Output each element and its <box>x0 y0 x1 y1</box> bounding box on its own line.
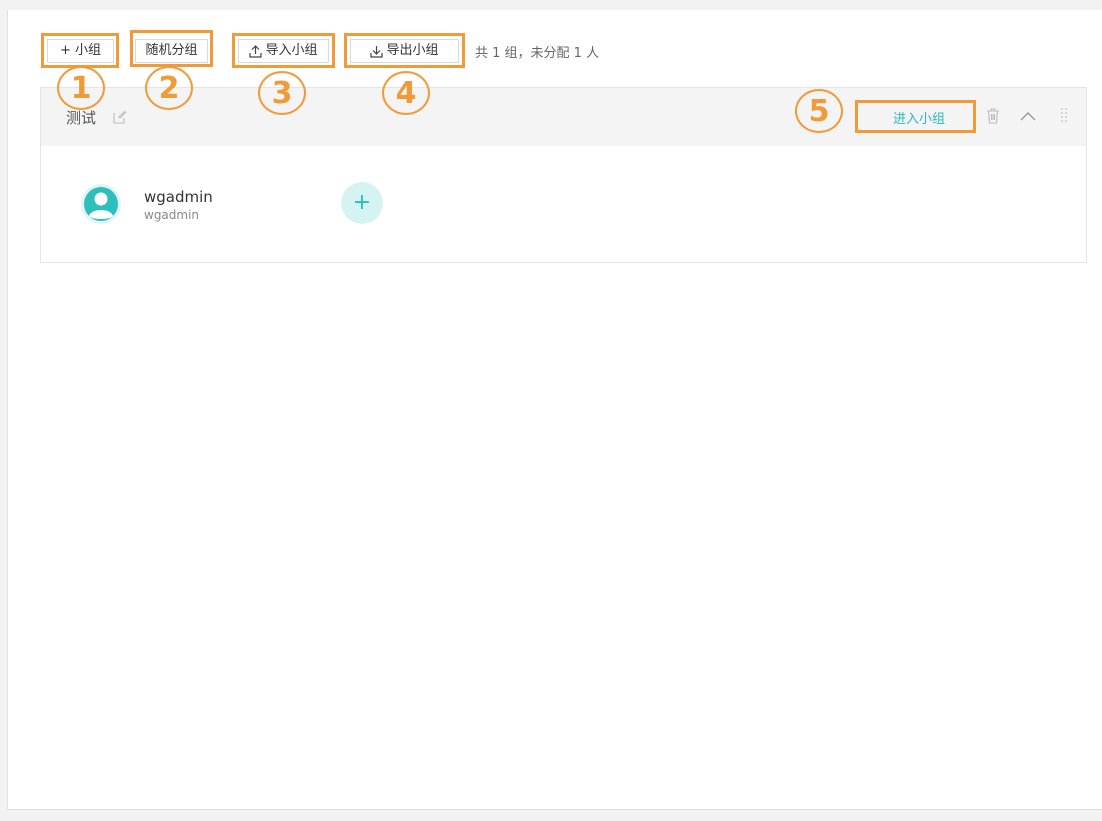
highlight-box-4 <box>344 33 465 68</box>
highlight-box-2 <box>130 30 213 67</box>
add-member-button[interactable]: + <box>341 182 383 224</box>
annotation-number-3: 3 <box>258 71 306 115</box>
member-username: wgadmin <box>144 208 200 222</box>
chevron-up-icon[interactable] <box>1019 110 1037 122</box>
group-name: 测试 <box>66 109 97 127</box>
highlight-box-1 <box>41 33 119 68</box>
highlight-box-5 <box>855 100 976 133</box>
annotation-number-5: 5 <box>795 89 843 133</box>
trash-icon[interactable] <box>986 108 1000 124</box>
annotation-number-1: 1 <box>57 66 105 110</box>
annotation-number-2: 2 <box>145 66 193 110</box>
drag-handle-icon[interactable] <box>1060 107 1068 123</box>
edit-icon[interactable] <box>113 110 127 124</box>
highlight-box-3 <box>232 33 335 68</box>
avatar-icon <box>81 184 121 224</box>
annotation-number-4: 4 <box>382 71 430 115</box>
member-name: wgadmin <box>144 188 213 206</box>
group-summary: 共 1 组，未分配 1 人 <box>475 46 600 61</box>
